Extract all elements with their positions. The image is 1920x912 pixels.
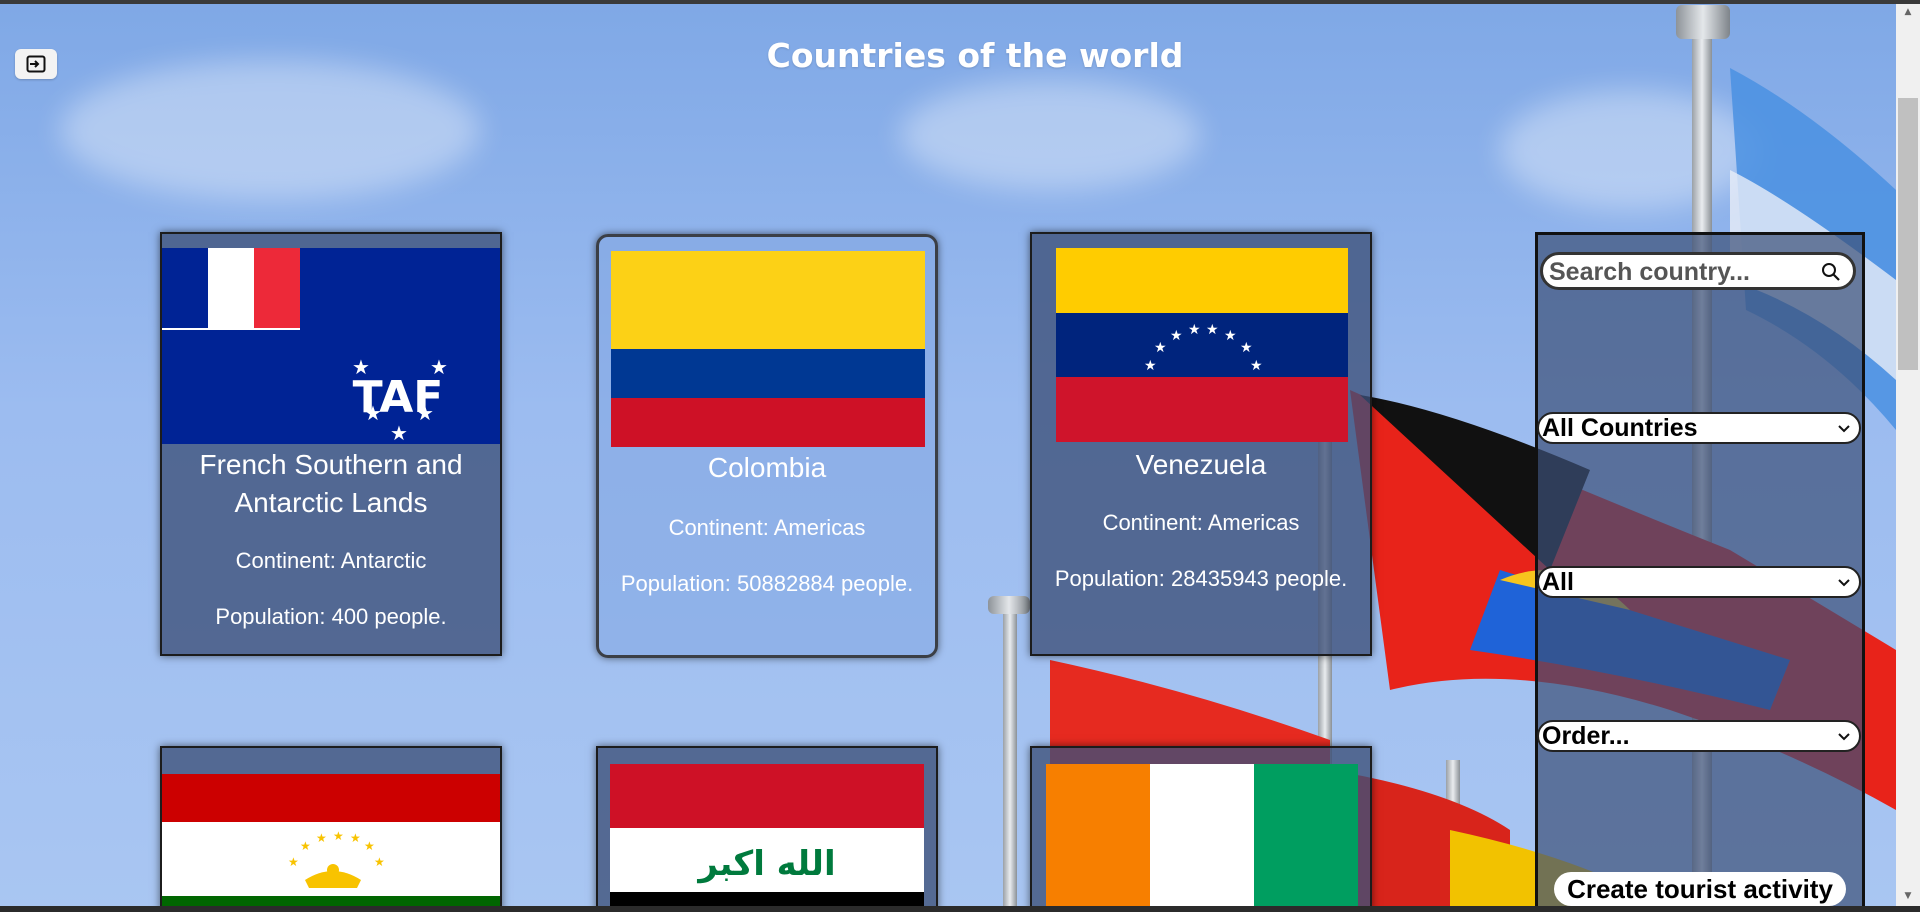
country-continent: Continent: Antarctic xyxy=(235,548,427,573)
svg-text:★: ★ xyxy=(374,855,385,869)
country-card[interactable]: ★ ★ ★ ★ ★ ★ ★ xyxy=(160,746,502,912)
svg-text:★: ★ xyxy=(288,855,299,869)
svg-text:★: ★ xyxy=(1170,328,1183,344)
search-icon[interactable] xyxy=(1821,262,1841,282)
country-name: French Southern and Antarctic Lands xyxy=(199,449,463,518)
country-population: Population: 28435943 people. xyxy=(1054,566,1348,591)
svg-text:★: ★ xyxy=(300,839,311,853)
activity-filter-value: All xyxy=(1542,568,1574,596)
svg-text:★: ★ xyxy=(1206,322,1219,338)
country-card[interactable]: TAF ★ ★ ★ ★ ★ French Southern and Antarc… xyxy=(160,232,502,656)
svg-text:★: ★ xyxy=(333,829,344,843)
window-bottom-edge xyxy=(0,906,1920,912)
flag-colombia xyxy=(611,251,925,447)
country-card[interactable]: ★ ★ ★ ★ ★ ★ ★ ★ Venezuela Continent: Ame… xyxy=(1030,232,1372,656)
country-name: Venezuela xyxy=(1135,449,1267,480)
scrollbar-thumb[interactable] xyxy=(1898,98,1918,370)
svg-text:★: ★ xyxy=(364,839,375,853)
flag-french-southern-lands: TAF ★ ★ ★ ★ ★ xyxy=(162,248,500,444)
svg-text:★: ★ xyxy=(316,831,327,845)
activity-filter-select[interactable]: All xyxy=(1537,566,1861,598)
svg-text:★: ★ xyxy=(1188,322,1201,338)
country-continent: Continent: Americas xyxy=(1102,510,1300,535)
logout-icon xyxy=(26,55,46,73)
svg-text:★: ★ xyxy=(350,831,361,845)
flag-venezuela: ★ ★ ★ ★ ★ ★ ★ ★ xyxy=(1056,248,1348,442)
svg-text:★: ★ xyxy=(1250,358,1263,374)
svg-text:★: ★ xyxy=(1144,358,1157,374)
chevron-down-icon xyxy=(1838,579,1850,587)
flag-ivory-coast xyxy=(1046,764,1358,912)
logout-button[interactable] xyxy=(15,49,57,79)
country-population: Population: 400 people. xyxy=(215,604,447,629)
svg-text:★: ★ xyxy=(430,355,448,379)
search-box[interactable] xyxy=(1540,252,1856,290)
flag-iraq xyxy=(610,764,924,912)
continent-filter-select[interactable]: All Countries xyxy=(1537,412,1861,444)
country-population: Population: 50882884 people. xyxy=(620,571,914,596)
svg-text:★: ★ xyxy=(390,421,408,444)
flag-tajikistan: ★ ★ ★ ★ ★ ★ ★ xyxy=(162,774,500,912)
order-select[interactable]: Order... xyxy=(1537,720,1861,752)
page-title: Countries of the world xyxy=(766,36,1184,75)
country-card[interactable] xyxy=(1030,746,1372,912)
search-input[interactable] xyxy=(1547,257,1821,287)
scroll-up-arrow-icon[interactable]: ▲ xyxy=(1898,6,1918,18)
flag-pole-top xyxy=(1676,5,1730,39)
chevron-down-icon xyxy=(1838,733,1850,741)
svg-text:★: ★ xyxy=(416,401,434,425)
svg-text:★: ★ xyxy=(352,355,370,379)
country-continent: Continent: Americas xyxy=(668,515,866,540)
flag-pole xyxy=(1003,610,1017,910)
window-top-edge xyxy=(0,0,1920,4)
order-value: Order... xyxy=(1542,722,1630,750)
background-cloud xyxy=(60,60,480,200)
flag-iraq-inscription: الله اكبر xyxy=(698,844,836,884)
create-tourist-activity-button[interactable]: Create tourist activity xyxy=(1554,872,1846,906)
svg-text:★: ★ xyxy=(1224,328,1237,344)
svg-text:★: ★ xyxy=(1240,340,1253,356)
continent-filter-value: All Countries xyxy=(1542,414,1698,442)
svg-text:★: ★ xyxy=(364,401,382,425)
country-card[interactable]: الله اكبر xyxy=(596,746,938,912)
country-name: Colombia xyxy=(707,452,827,483)
chevron-down-icon xyxy=(1838,425,1850,433)
scroll-down-arrow-icon[interactable]: ▼ xyxy=(1898,890,1918,902)
country-card[interactable]: Colombia Continent: Americas Population:… xyxy=(596,234,938,658)
flag-pole-top xyxy=(988,596,1030,614)
svg-text:★: ★ xyxy=(1154,340,1167,356)
